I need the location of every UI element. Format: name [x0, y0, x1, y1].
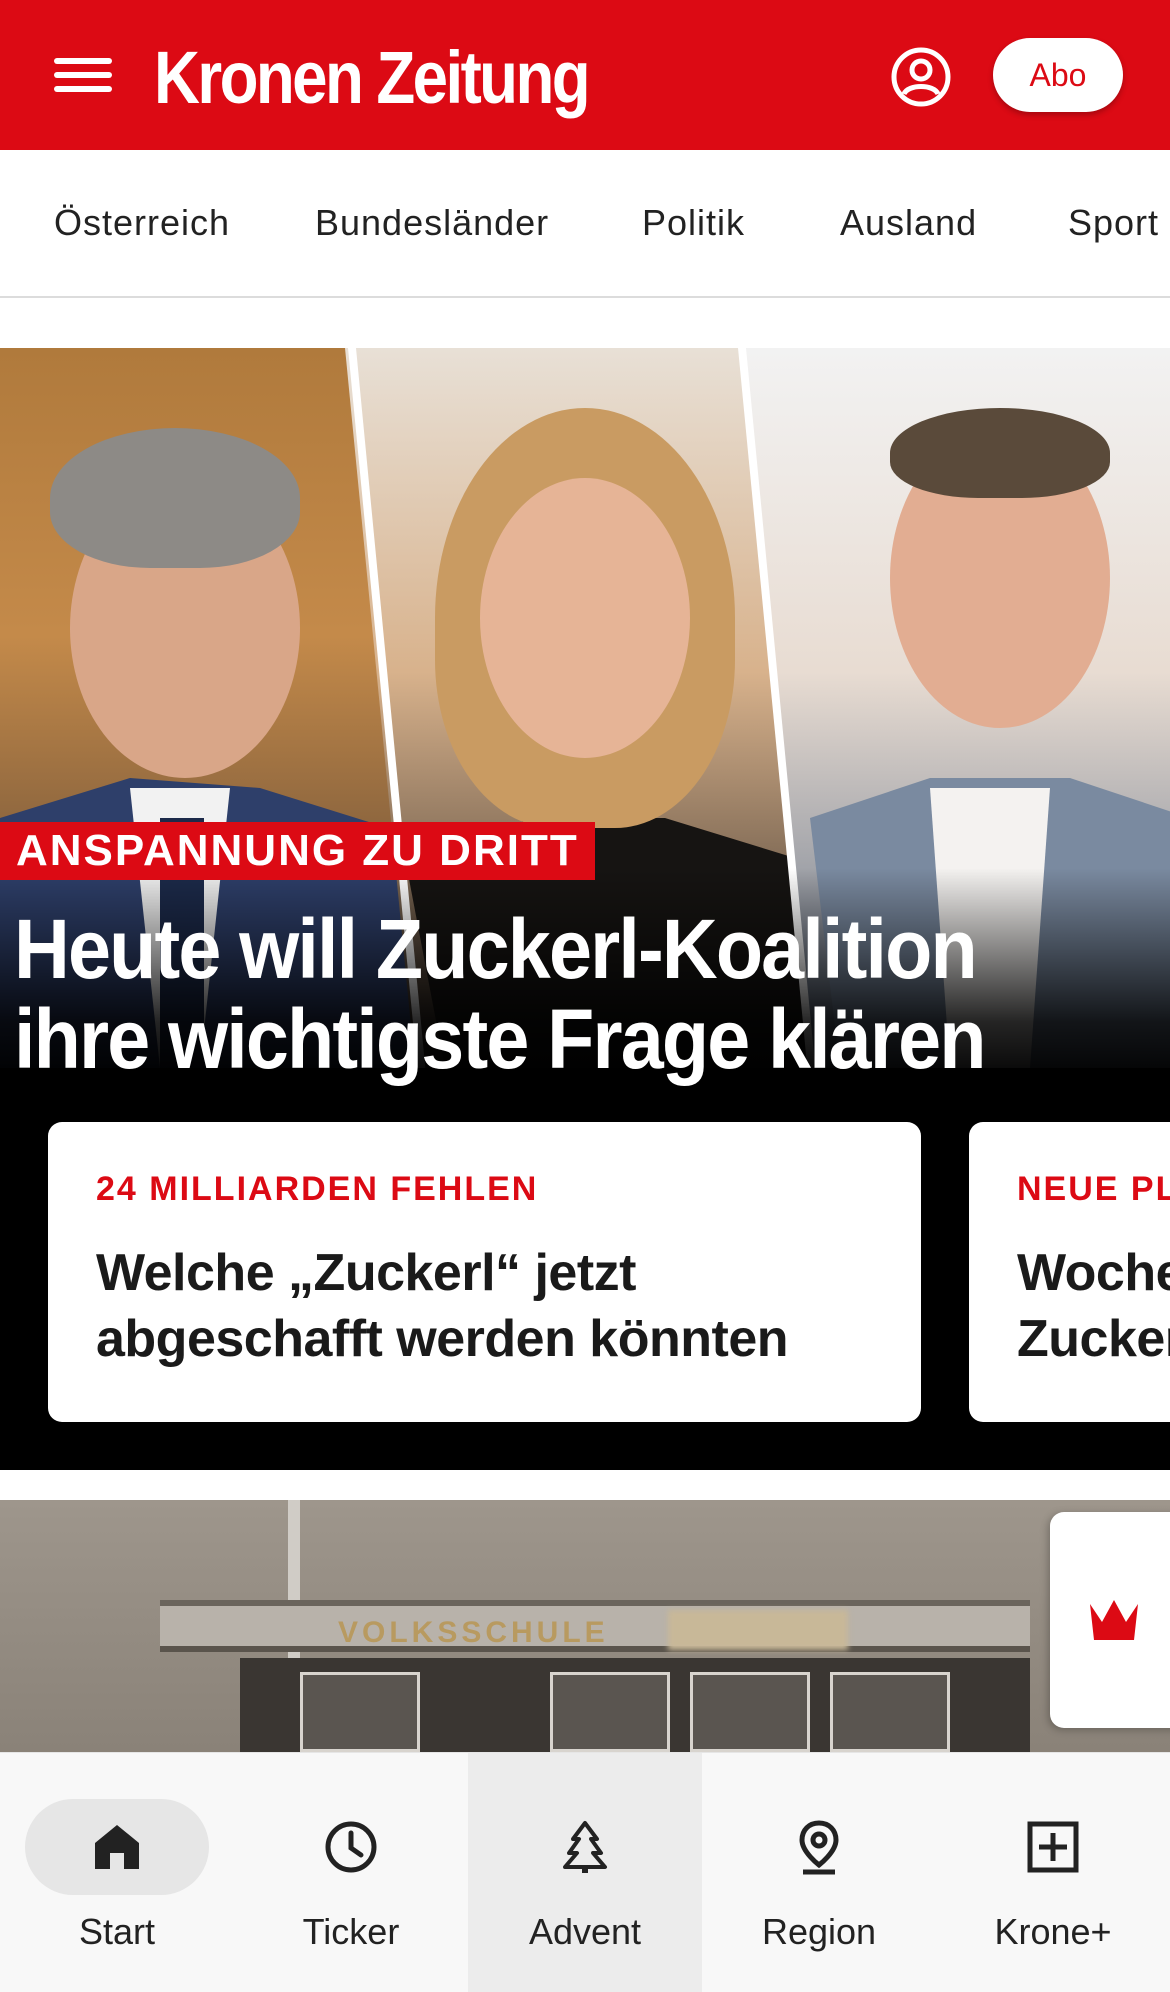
tree-icon	[563, 1821, 607, 1873]
card-kicker: NEUE PL	[1017, 1170, 1170, 1208]
article-image[interactable]: VOLKSSCHULE	[0, 1500, 1170, 1752]
related-article-card[interactable]: 24 MILLIARDEN FEHLEN Welche „Zuckerl“ je…	[48, 1122, 921, 1422]
hero-kicker: ANSPANNUNG ZU DRITT	[0, 822, 595, 880]
tab-label: Region	[761, 1911, 877, 1952]
abo-button[interactable]: Abo	[993, 38, 1123, 112]
logo[interactable]: Kronen Zeitung	[154, 36, 591, 120]
card-title-line: Welche „Zuckerl“ jetzt	[96, 1244, 636, 1302]
tab-label: Start	[78, 1911, 156, 1952]
nav-item-politik[interactable]: Politik	[642, 202, 745, 244]
tab-ticker[interactable]: Ticker	[234, 1753, 468, 1992]
tab-label: Krone+	[994, 1911, 1112, 1952]
tab-krone-plus[interactable]: Krone+	[936, 1753, 1170, 1992]
plus-box-icon	[1027, 1821, 1079, 1873]
home-icon	[95, 1825, 139, 1869]
account-icon[interactable]	[890, 46, 952, 108]
nav-item-bundeslaender[interactable]: Bundesländer	[315, 202, 549, 244]
menu-icon[interactable]	[54, 54, 112, 96]
related-article-card[interactable]: NEUE PL Woche Zucker	[969, 1122, 1170, 1422]
clock-icon	[325, 1821, 377, 1873]
hero-headline[interactable]: Heute will Zuckerl-Koalition ihre wichti…	[14, 904, 1063, 1084]
bottom-navigation: Start Ticker Advent Region Krone+	[0, 1752, 1170, 1992]
tab-advent[interactable]: Advent	[468, 1753, 702, 1992]
tab-label: Advent	[528, 1911, 642, 1952]
school-sign: VOLKSSCHULE	[338, 1616, 609, 1649]
tab-label: Ticker	[302, 1911, 400, 1952]
category-nav: Österreich Bundesländer Politik Ausland …	[0, 150, 1170, 298]
nav-item-sport[interactable]: Sport	[1068, 202, 1159, 244]
card-kicker: 24 MILLIARDEN FEHLEN	[96, 1170, 539, 1208]
nav-item-ausland[interactable]: Ausland	[840, 202, 977, 244]
tab-start[interactable]: Start	[0, 1753, 234, 1992]
krone-crown-button[interactable]	[1050, 1512, 1170, 1728]
nav-item-oesterreich[interactable]: Österreich	[54, 202, 230, 244]
card-title: Welche „Zuckerl“ jetzt abgeschafft werde…	[96, 1240, 896, 1372]
tab-region[interactable]: Region	[702, 1753, 936, 1992]
building-doors	[240, 1658, 1030, 1752]
card-title-line: Zucker	[1017, 1310, 1170, 1368]
card-title: Woche Zucker	[1017, 1240, 1170, 1372]
card-title-line: abgeschafft werden könnten	[96, 1310, 789, 1368]
blurred-sign	[668, 1610, 848, 1650]
hero-article[interactable]: ANSPANNUNG ZU DRITT Heute will Zuckerl-K…	[0, 348, 1170, 1470]
card-title-line: Woche	[1017, 1244, 1170, 1302]
app-header: Kronen Zeitung Abo	[0, 0, 1170, 150]
crown-icon	[1090, 1600, 1138, 1640]
location-pin-icon	[799, 1820, 839, 1875]
